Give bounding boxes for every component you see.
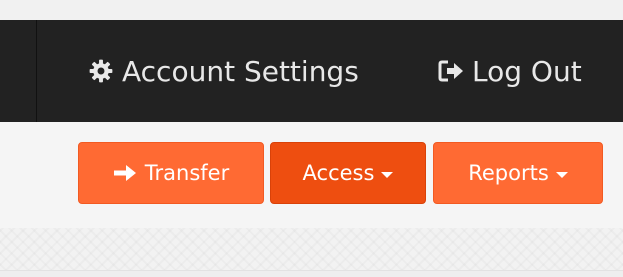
access-dropdown-button[interactable]: Access (270, 142, 426, 204)
account-settings-link[interactable]: Account Settings (88, 20, 359, 122)
transfer-button[interactable]: Transfer (78, 142, 264, 204)
access-label: Access (302, 161, 375, 185)
action-toolbar: Transfer Access Reports (0, 122, 623, 228)
arrow-right-icon (113, 164, 137, 182)
logout-link[interactable]: Log Out (438, 20, 582, 122)
sign-out-icon (438, 59, 464, 83)
account-settings-label: Account Settings (122, 54, 359, 88)
gear-icon (88, 58, 114, 84)
navbar-divider (36, 20, 37, 122)
top-navbar: Account Settings Log Out (0, 20, 623, 122)
transfer-label: Transfer (144, 161, 230, 185)
reports-label: Reports (468, 161, 549, 185)
top-strip (0, 0, 623, 20)
reports-dropdown-button[interactable]: Reports (433, 142, 603, 204)
content-divider (0, 270, 623, 277)
page: Account Settings Log Out Transfer Access… (0, 0, 623, 277)
caret-down-icon (555, 171, 568, 178)
logout-label: Log Out (472, 54, 582, 88)
caret-down-icon (381, 171, 394, 178)
